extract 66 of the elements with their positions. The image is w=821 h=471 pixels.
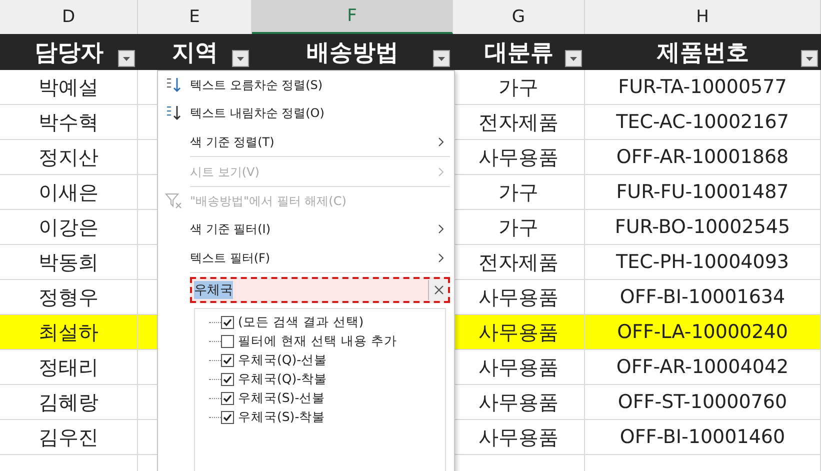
option-label: 우체국(S)-선불 — [238, 390, 326, 407]
table-cell: 사무용품 — [453, 315, 585, 350]
checkbox[interactable] — [221, 373, 234, 386]
table-cell: 박예설 — [0, 70, 138, 105]
table-cell: FUR-BO-10002545 — [585, 210, 821, 245]
filter-dropdown-button[interactable] — [433, 50, 450, 67]
table-cell: 최설하 — [0, 315, 138, 350]
column-letter[interactable]: H — [585, 0, 821, 34]
table-cell: FUR-TA-10000577 — [585, 70, 821, 105]
header-cell-text: 배송방법 — [306, 38, 398, 68]
chevron-right-icon — [438, 224, 444, 234]
menu-item[interactable]: 텍스트 내림차순 정렬(O) — [158, 99, 454, 127]
column-letter[interactable]: F — [252, 0, 453, 34]
checkbox[interactable] — [221, 392, 234, 405]
column-letter[interactable]: G — [453, 0, 585, 34]
table-cell: 김우진 — [0, 420, 138, 455]
checkbox[interactable] — [221, 335, 234, 348]
filter-dropdown-button[interactable] — [232, 50, 249, 67]
checkbox[interactable] — [221, 316, 234, 329]
option-label: 필터에 현재 선택 내용 추가 — [238, 333, 397, 350]
filter-dropdown-button[interactable] — [565, 50, 582, 67]
table-cell: 이강은 — [0, 210, 138, 245]
table-cell: FUR-FU-10001487 — [585, 175, 821, 210]
table-cell: OFF-AR-10001868 — [585, 140, 821, 175]
clear-filter-icon — [165, 192, 183, 210]
menu-item[interactable]: 텍스트 오름차순 정렬(S) — [158, 71, 454, 99]
table-cell: OFF-BI-10001460 — [585, 420, 821, 455]
clear-search-button[interactable] — [428, 280, 448, 300]
caret-icon — [806, 56, 813, 60]
column-letter[interactable]: D — [0, 0, 138, 34]
search-field[interactable]: 우체국 — [190, 277, 450, 303]
caret-icon — [570, 56, 577, 60]
table-cell: TEC-PH-10004093 — [585, 245, 821, 280]
chevron-right-icon — [438, 253, 444, 263]
table-cell: OFF-AR-10004042 — [585, 350, 821, 385]
option-label: 우체국(S)-착불 — [238, 409, 326, 426]
option-label: 우체국(Q)-착불 — [238, 371, 328, 388]
checkbox[interactable] — [221, 411, 234, 424]
close-icon — [434, 285, 444, 295]
header-cell-text: 대분류 — [484, 38, 554, 68]
table-cell: OFF-LA-10000240 — [585, 315, 821, 350]
header-cell-text: 지역 — [172, 38, 218, 68]
table-cell: TEC-AC-10002167 — [585, 105, 821, 140]
table-cell: 이새은 — [0, 175, 138, 210]
table-cell: 김혜랑 — [0, 385, 138, 420]
table-cell: 박수혁 — [0, 105, 138, 140]
header-cell-text: 담당자 — [34, 38, 104, 68]
filter-dropdown-button[interactable] — [801, 50, 818, 67]
table-cell: 정태리 — [0, 350, 138, 385]
chevron-right-icon — [438, 137, 444, 147]
table-cell: OFF-ST-10000760 — [585, 385, 821, 420]
checkbox[interactable] — [221, 354, 234, 367]
header-cell-text: 제품번호 — [657, 38, 749, 68]
caret-icon — [237, 56, 244, 60]
option-label: 우체국(Q)-선불 — [238, 352, 328, 369]
sort-ascending-icon — [165, 76, 183, 94]
filter-dropdown-button[interactable] — [118, 50, 135, 67]
table-cell: 박동희 — [0, 245, 138, 280]
column-letter[interactable]: E — [138, 0, 252, 34]
chevron-right-icon — [438, 167, 444, 177]
caret-icon — [123, 56, 130, 60]
caret-icon — [438, 56, 445, 60]
table-cell: 정지산 — [0, 140, 138, 175]
option-label: (모든 검색 결과 선택) — [238, 314, 364, 331]
sort-descending-icon — [165, 104, 183, 122]
menu-item[interactable]: 색 기준 필터(I) — [158, 215, 454, 243]
